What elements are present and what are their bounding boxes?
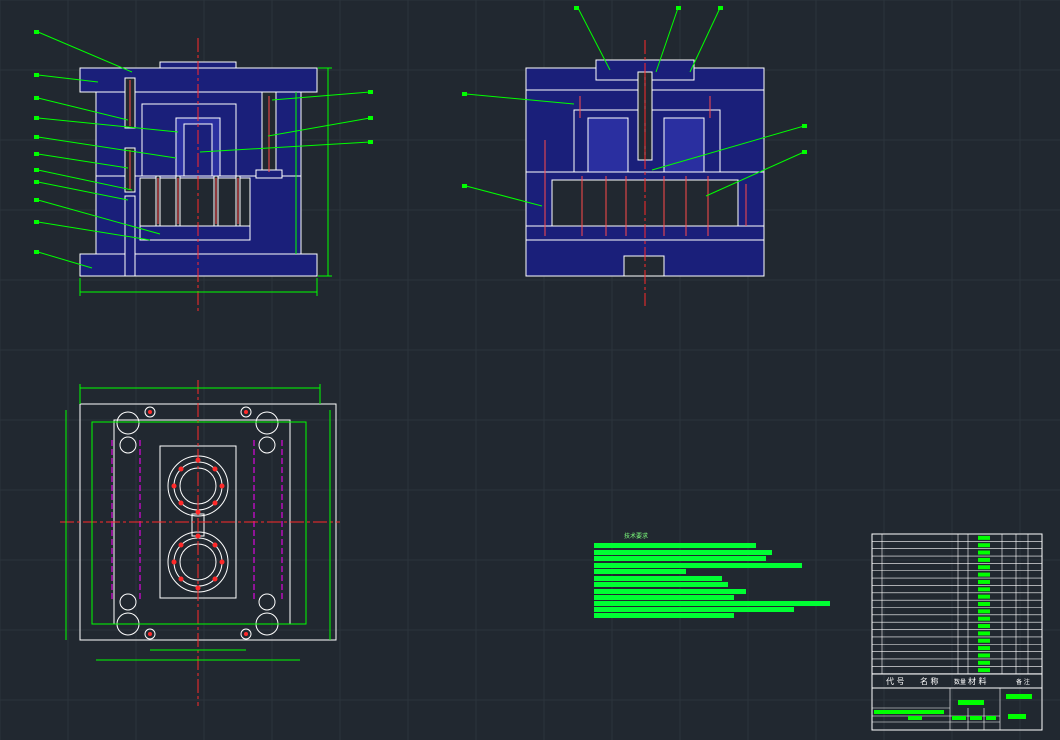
plan-centerlines — [60, 380, 340, 706]
bom-frame — [871, 533, 1043, 675]
bill-of-materials: 代 号 名 称 数量 材 料 备 注 — [871, 533, 1043, 689]
bom-cell — [978, 543, 990, 548]
bom-header-qty: 数量 — [954, 678, 966, 686]
technical-requirements: 技术要求 — [594, 532, 830, 618]
tech-requirements-title: 技术要求 — [624, 532, 648, 540]
front-leader-markers-left — [34, 30, 39, 254]
bom-cell — [978, 609, 990, 614]
plan-view — [60, 380, 340, 706]
bom-cell — [978, 616, 990, 621]
bom-cell — [978, 631, 990, 636]
bom-cell — [978, 624, 990, 629]
bom-cell — [978, 557, 990, 562]
side-section-view — [462, 6, 807, 306]
bom-cell — [978, 646, 990, 651]
front-leader-markers-right — [368, 90, 373, 144]
bom-header-name: 名 称 — [920, 676, 939, 686]
bom-header-note: 备 注 — [1016, 678, 1030, 686]
bom-cell — [978, 638, 990, 643]
side-core-right — [663, 117, 705, 175]
front-section-view — [34, 30, 373, 312]
cad-drawing-canvas: 技术要求 代 号 名 称 数量 材 料 备 注 — [0, 0, 1060, 740]
bom-rows — [872, 541, 1042, 674]
title-block — [871, 687, 1043, 731]
bom-cell — [978, 653, 990, 658]
bom-cell — [978, 587, 990, 592]
plan-hidden-lines — [111, 440, 283, 600]
bom-cell — [978, 602, 990, 606]
bom-columns — [881, 534, 1029, 674]
bom-cell — [978, 572, 990, 577]
bom-header-material: 材 料 — [968, 676, 987, 686]
bom-cell — [978, 579, 990, 584]
bom-cell — [978, 594, 990, 599]
bom-cell — [978, 660, 990, 665]
side-ejector-hole — [623, 255, 665, 277]
bom-cell — [978, 565, 990, 570]
bom-cell — [978, 668, 990, 673]
bom-header-code: 代 号 — [886, 676, 905, 686]
bom-cell — [978, 535, 990, 540]
tech-requirements-text-lines — [594, 543, 830, 618]
title-block-grid — [872, 688, 1001, 730]
bom-cell — [978, 550, 990, 555]
side-core-left — [587, 117, 629, 175]
